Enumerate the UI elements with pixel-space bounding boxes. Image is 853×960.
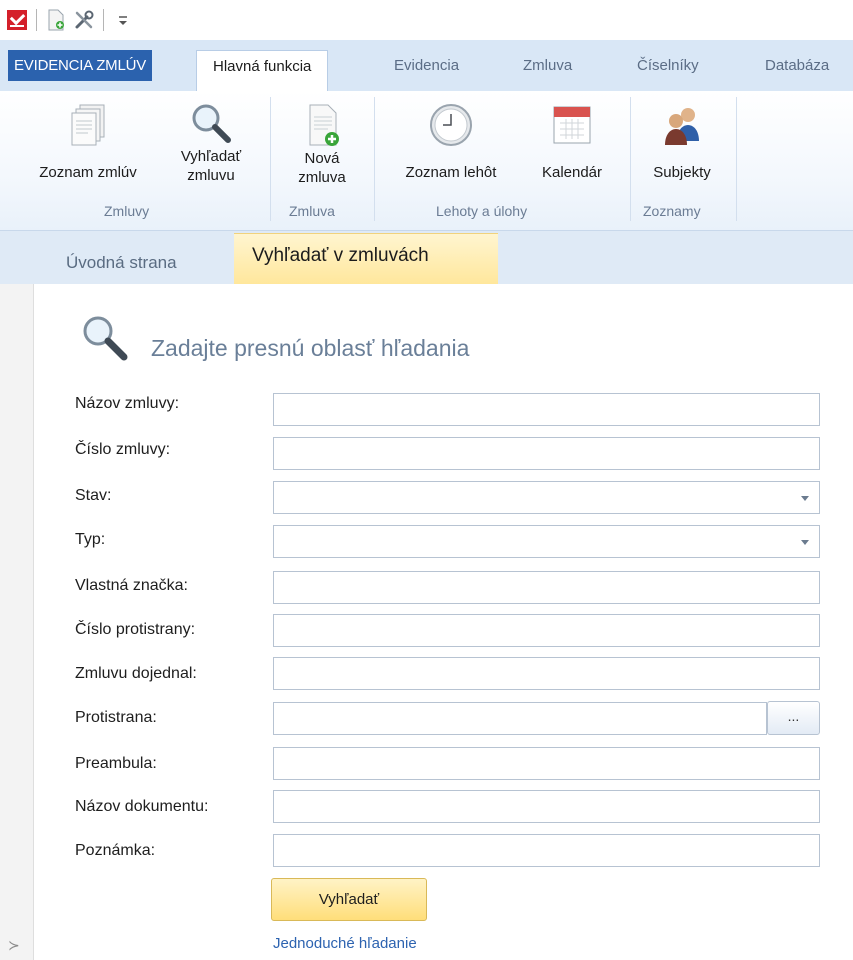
tab-main-function[interactable]: Hlavná funkcia [196,50,329,93]
app-menu-tab[interactable]: EVIDENCIA ZMLÚV [8,50,153,81]
preamble-label: Preambula: [75,755,157,772]
chevron-down-icon[interactable] [801,496,809,501]
own-mark-label: Vlastná značka: [75,577,188,594]
negotiated-by-label: Zmluvu dojednal: [75,665,197,682]
calendar-label: Kalendár [541,164,603,181]
ribbon-panel: Zoznam zmlúv Vyhľadať zmluvu Nová zmluva [0,91,853,231]
ribbon-tab-bar: EVIDENCIA ZMLÚV Hlavná funkcia Evidencia… [0,40,853,93]
customize-toolbar-dropdown-icon[interactable] [112,9,134,31]
contracts-list-label: Zoznam zmlúv [39,164,137,181]
counterparty-input[interactable] [273,702,767,735]
ribbon-group-divider [374,97,375,221]
form-title: Zadajte presnú oblasť hľadania [151,335,470,361]
subjects-button[interactable]: Subjekty [636,101,728,182]
expand-pane-icon[interactable]: ≻ [8,938,20,954]
tools-icon[interactable] [73,9,95,31]
toolbar-separator [103,9,104,31]
document-name-input[interactable] [273,790,820,823]
group-label-contract: Zmluva [289,203,335,219]
magnifier-icon [78,311,134,367]
group-label-lists: Zoznamy [643,203,701,219]
simple-search-link[interactable]: Jednoduché hľadanie [273,935,417,952]
preamble-input[interactable] [273,747,820,780]
search-contract-button[interactable]: Vyhľadať zmluvu [166,101,256,185]
deadlines-list-label: Zoznam lehôt [405,164,497,181]
search-contract-label-2: zmluvu [187,167,235,184]
counterparty-number-input[interactable] [273,614,820,647]
tab-evidence[interactable]: Evidencia [394,50,459,82]
quick-access-toolbar [0,0,853,40]
status-label: Stav: [75,487,112,504]
calendar-icon [548,101,596,149]
new-contract-label-1: Nová [304,150,340,167]
negotiated-by-input[interactable] [273,657,820,690]
document-tab-bar: Úvodná strana Vyhľadať v zmluvách [0,231,853,284]
tab-home-page[interactable]: Úvodná strana [66,253,177,283]
tab-code-lists[interactable]: Číselníky [637,50,699,82]
own-mark-input[interactable] [273,571,820,604]
calendar-button[interactable]: Kalendár [526,101,618,182]
tab-search-contracts[interactable]: Vyhľadať v zmluvách [234,233,498,284]
people-icon [658,101,706,149]
app-logo-icon[interactable] [6,9,28,31]
ribbon-group-divider [736,97,737,221]
subjects-label: Subjekty [653,164,711,181]
search-contract-label-1: Vyhľadať [180,148,242,165]
contract-number-label: Číslo zmluvy: [75,441,171,458]
search-button[interactable]: Vyhľadať [271,878,427,921]
contracts-list-button[interactable]: Zoznam zmlúv [18,103,158,182]
type-label: Typ: [75,531,106,548]
note-label: Poznámka: [75,842,156,859]
tab-database[interactable]: Databáza [765,50,829,82]
chevron-down-icon[interactable] [801,540,809,545]
counterparty-label: Protistrana: [75,709,157,726]
new-contract-label-2: zmluva [298,169,346,186]
contract-number-input[interactable] [273,437,820,470]
type-dropdown[interactable] [273,525,820,558]
counterparty-number-label: Číslo protistrany: [75,621,196,638]
document-name-label: Názov dokumentu: [75,798,209,815]
new-document-icon[interactable] [45,9,67,31]
group-label-contracts: Zmluvy [104,203,150,219]
status-dropdown[interactable] [273,481,820,514]
navigation-pane-collapsed: ≻ [0,284,34,960]
browse-counterparty-button[interactable]: ... [767,701,820,735]
contract-name-input[interactable] [273,393,820,426]
new-contract-button[interactable]: Nová zmluva [282,101,362,187]
contract-name-label: Názov zmluvy: [75,395,180,412]
search-form-area: Zadajte presnú oblasť hľadania Názov zml… [35,284,853,960]
magnifier-icon [188,101,234,147]
deadlines-list-button[interactable]: Zoznam lehôt [388,101,514,182]
ribbon-group-divider [630,97,631,221]
toolbar-separator [36,9,37,31]
new-document-plus-icon [300,101,344,149]
documents-stack-icon [66,103,110,151]
group-label-deadlines: Lehoty a úlohy [436,203,528,219]
clock-icon [427,101,475,149]
tab-contract[interactable]: Zmluva [523,50,572,82]
note-input[interactable] [273,834,820,867]
ribbon-group-divider [270,97,271,221]
